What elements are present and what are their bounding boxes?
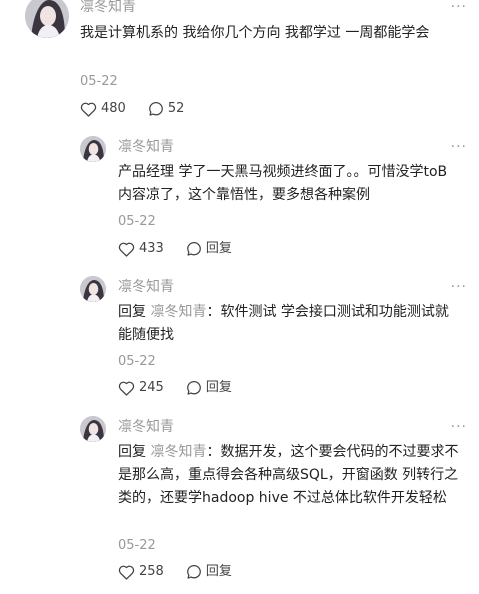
comment-bubble-icon bbox=[186, 565, 201, 579]
like-count: 480 bbox=[101, 101, 126, 116]
like-count: 258 bbox=[139, 564, 164, 579]
reply-button[interactable]: 回复 bbox=[186, 241, 232, 257]
avatar-image bbox=[25, 0, 69, 38]
username[interactable]: 凛冬知青 bbox=[118, 138, 174, 156]
comment-actions: 258 回复 bbox=[118, 564, 232, 580]
comment-date: 05-22 bbox=[118, 214, 156, 229]
reply-target-username[interactable]: 凛冬知青 bbox=[150, 444, 206, 460]
avatar-image bbox=[80, 276, 106, 302]
like-count: 245 bbox=[139, 380, 164, 395]
more-options-button[interactable]: ··· bbox=[451, 278, 467, 296]
reply-prefix: 回复 bbox=[118, 304, 146, 320]
avatar[interactable] bbox=[80, 276, 106, 302]
comment-date: 05-22 bbox=[118, 354, 156, 369]
more-options-button[interactable]: ··· bbox=[451, 138, 467, 156]
comment-actions: 433 回复 bbox=[118, 241, 232, 257]
reply-button[interactable]: 回复 bbox=[186, 564, 232, 580]
heart-icon bbox=[118, 242, 135, 257]
more-options-button[interactable]: ··· bbox=[451, 418, 467, 436]
heart-icon bbox=[118, 381, 135, 396]
username[interactable]: 凛冬知青 bbox=[118, 418, 174, 436]
reply-label: 回复 bbox=[205, 564, 232, 579]
reply-body: 产品经理 学了一天黑马视频进终面了。。可惜没学toB内容凉了，这个靠悟性，要多想… bbox=[118, 164, 448, 203]
comment-actions: 245 回复 bbox=[118, 380, 232, 396]
comment-date: 05-22 bbox=[80, 74, 118, 89]
username[interactable]: 凛冬知青 bbox=[80, 0, 136, 16]
like-button[interactable]: 258 bbox=[118, 564, 164, 580]
username[interactable]: 凛冬知青 bbox=[118, 278, 174, 296]
reply-button[interactable]: 52 bbox=[148, 101, 185, 117]
comment-text: 我是计算机系的 我给你几个方向 我都学过 一周都能学会 bbox=[80, 25, 430, 41]
comment-bubble-icon bbox=[148, 102, 163, 116]
comment-bubble-icon bbox=[186, 242, 201, 256]
reply-prefix: 回复 bbox=[118, 444, 146, 460]
avatar-image bbox=[80, 136, 106, 162]
comment-text: 回复 凛冬知青：数据开发，这个要会代码的不过要求不是那么高，重点得会各种高级SQ… bbox=[118, 441, 462, 510]
comment-date: 05-22 bbox=[118, 538, 156, 553]
like-button[interactable]: 245 bbox=[118, 380, 164, 396]
like-button[interactable]: 480 bbox=[80, 101, 126, 117]
avatar-image bbox=[80, 416, 106, 442]
more-options-button[interactable]: ··· bbox=[451, 0, 467, 16]
like-button[interactable]: 433 bbox=[118, 241, 164, 257]
avatar[interactable] bbox=[80, 416, 106, 442]
reply-count: 52 bbox=[167, 101, 185, 116]
like-count: 433 bbox=[139, 241, 164, 256]
heart-icon bbox=[118, 565, 135, 580]
avatar[interactable] bbox=[25, 0, 69, 38]
reply-label: 回复 bbox=[205, 241, 232, 256]
heart-icon bbox=[80, 102, 97, 117]
reply-target-username[interactable]: 凛冬知青 bbox=[150, 304, 206, 320]
comment-actions: 480 52 bbox=[80, 101, 184, 117]
reply-label: 回复 bbox=[205, 380, 232, 395]
comment-text: 回复 凛冬知青：软件测试 学会接口测试和功能测试就能随便找 bbox=[118, 301, 454, 347]
comment-text: 产品经理 学了一天黑马视频进终面了。。可惜没学toB内容凉了，这个靠悟性，要多想… bbox=[118, 161, 448, 207]
comment-bubble-icon bbox=[186, 381, 201, 395]
avatar[interactable] bbox=[80, 136, 106, 162]
reply-button[interactable]: 回复 bbox=[186, 380, 232, 396]
